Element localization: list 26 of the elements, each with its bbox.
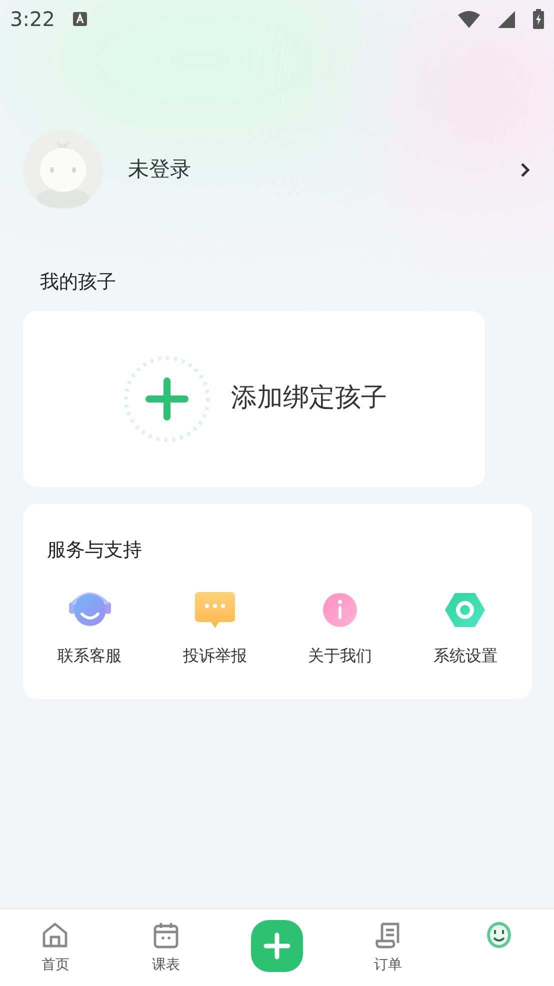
settings-icon[interactable] bbox=[443, 590, 488, 630]
add-child-label: 添加绑定孩子 bbox=[231, 382, 387, 415]
service-label[interactable]: 关于我们 bbox=[308, 644, 372, 668]
add-child-card[interactable]: 添加绑定孩子 bbox=[23, 310, 485, 486]
service-label[interactable]: 系统设置 bbox=[433, 644, 498, 668]
tab[interactable]: 首页 bbox=[0, 909, 111, 986]
tab[interactable]: 订单 bbox=[332, 909, 444, 986]
home-icon bbox=[41, 921, 70, 949]
receipt-icon bbox=[374, 921, 402, 949]
tab[interactable]: 课表 bbox=[110, 909, 222, 986]
calendar-icon bbox=[152, 921, 180, 949]
chat-icon[interactable] bbox=[192, 590, 237, 630]
add-icon bbox=[250, 920, 303, 972]
wifi-icon bbox=[458, 10, 480, 28]
section-title: 我的孩子 bbox=[40, 270, 117, 295]
add-icon bbox=[123, 354, 211, 442]
battery-icon bbox=[533, 9, 544, 29]
chevron-right-icon[interactable] bbox=[520, 162, 530, 178]
status-time: 3:22 bbox=[10, 6, 55, 33]
service-label[interactable]: 联系客服 bbox=[58, 644, 122, 668]
keyboard-icon bbox=[72, 12, 87, 26]
login-status[interactable]: 未登录 bbox=[128, 154, 520, 186]
signal-icon bbox=[498, 10, 515, 28]
section-title: 服务与支持 bbox=[47, 538, 143, 562]
service-label[interactable]: 投诉举报 bbox=[182, 644, 247, 668]
smiley-face-icon bbox=[486, 921, 512, 949]
